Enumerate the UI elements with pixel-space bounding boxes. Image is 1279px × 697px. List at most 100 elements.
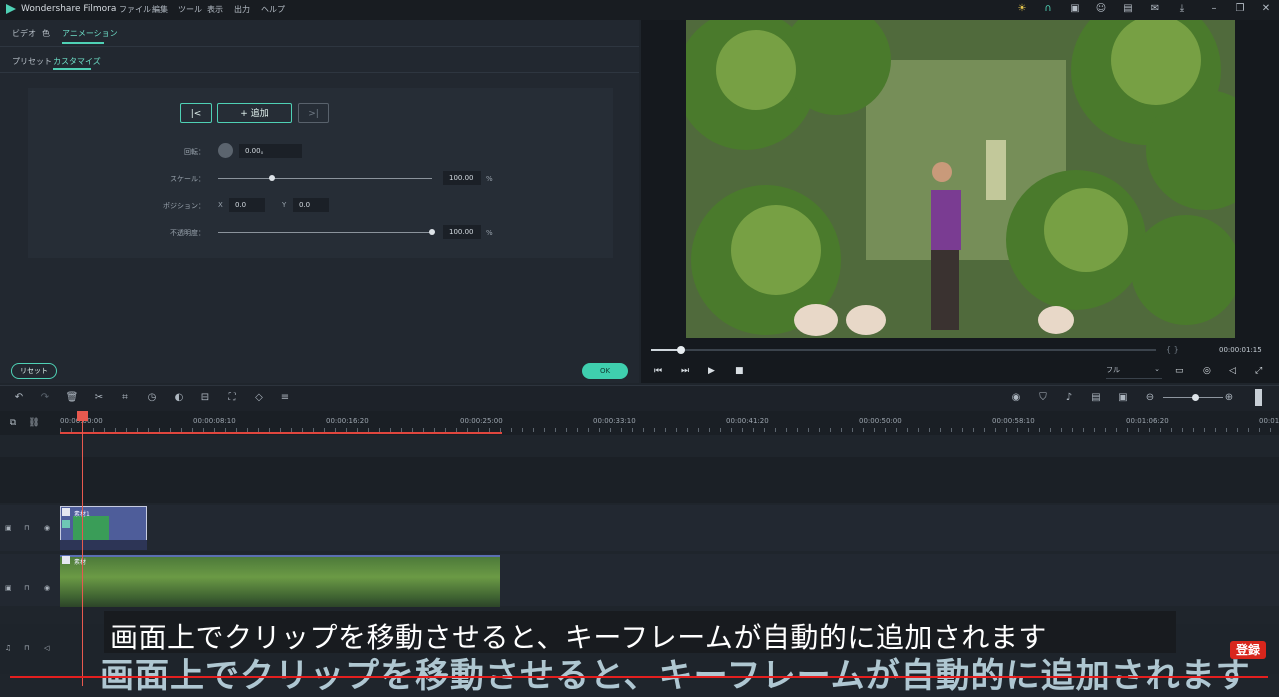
- rotation-dial[interactable]: [218, 143, 233, 158]
- add-keyframe-button[interactable]: + 追加: [217, 103, 292, 123]
- track-audio-icon: ♫: [5, 644, 12, 652]
- playback-progress-track[interactable]: [651, 349, 1156, 351]
- ruler-tick: 00:00:08:10: [193, 417, 236, 425]
- playhead-handle[interactable]: [77, 411, 88, 421]
- undo-icon[interactable]: ↶: [12, 391, 26, 405]
- color-icon[interactable]: ◐: [172, 391, 186, 405]
- cut-icon[interactable]: ✂: [92, 391, 106, 405]
- prev-keyframe-button[interactable]: |<: [180, 103, 212, 123]
- restore-icon[interactable]: ❐: [1233, 2, 1247, 16]
- eye-icon[interactable]: ◉: [44, 524, 50, 532]
- opacity-slider-knob[interactable]: [429, 229, 435, 235]
- speed-icon[interactable]: ◷: [145, 391, 159, 405]
- scale-slider-knob[interactable]: [268, 175, 275, 181]
- menu-export[interactable]: 出力: [234, 4, 250, 15]
- filmora-logo-icon: [6, 4, 16, 14]
- mark-in-out-brackets[interactable]: { }: [1166, 345, 1179, 354]
- menu-file[interactable]: ファイル: [119, 4, 151, 15]
- menu-edit[interactable]: 編集: [152, 4, 168, 15]
- download-icon[interactable]: ⤓: [1175, 2, 1189, 16]
- main-clip[interactable]: [60, 555, 500, 607]
- delete-icon[interactable]: 🗑: [65, 391, 79, 405]
- menu-help[interactable]: ヘルプ: [261, 4, 285, 15]
- app-title: Wondershare Filmora: [21, 4, 117, 14]
- position-y-field[interactable]: 0.0: [293, 198, 329, 212]
- adjust-icon[interactable]: ≡: [278, 391, 292, 405]
- add-track-icon[interactable]: ⧉: [6, 416, 20, 430]
- lock-icon[interactable]: ⊓: [24, 584, 29, 592]
- redo-icon[interactable]: ↷: [38, 391, 52, 405]
- video-preview[interactable]: [686, 20, 1235, 338]
- minimize-icon[interactable]: –: [1207, 2, 1221, 16]
- tab-animation[interactable]: アニメーション: [62, 28, 118, 39]
- subtab-customize[interactable]: カスタマイズ: [53, 56, 101, 67]
- opacity-label: 不透明度：: [170, 229, 205, 237]
- zoom-in-icon[interactable]: ⊕: [1222, 391, 1236, 405]
- track-video-icon: ▣: [5, 584, 12, 592]
- subscribe-badge[interactable]: 登録: [1230, 641, 1266, 659]
- mail-icon[interactable]: ✉: [1148, 2, 1162, 16]
- play-icon[interactable]: ▶: [708, 366, 715, 376]
- eye-icon[interactable]: ◉: [44, 584, 50, 592]
- crop-icon[interactable]: ⌗: [118, 391, 132, 405]
- split-screen-icon[interactable]: ⊟: [198, 391, 212, 405]
- speaker-icon[interactable]: ◁: [44, 644, 49, 652]
- ruler-tick: 00:00:33:10: [593, 417, 636, 425]
- track-video-icon: ▣: [5, 524, 12, 532]
- keyframe-icon[interactable]: ◇: [252, 391, 266, 405]
- scale-label: スケール：: [170, 175, 205, 183]
- menu-tools[interactable]: ツール: [178, 4, 202, 15]
- opacity-value[interactable]: 100.00: [443, 225, 481, 239]
- marker-icon[interactable]: ⛉: [1036, 391, 1050, 405]
- microphone-icon[interactable]: ♪: [1062, 391, 1076, 405]
- close-icon[interactable]: ✕: [1259, 2, 1273, 16]
- gift-icon[interactable]: ▣: [1068, 2, 1082, 16]
- panel-toggle-icon[interactable]: [1255, 389, 1262, 406]
- render-range-bar: [60, 432, 502, 434]
- next-keyframe-button[interactable]: >|: [298, 103, 329, 123]
- chevron-down-icon: ⌄: [1154, 365, 1160, 373]
- timeline-toolbar: [0, 385, 1279, 412]
- scale-value[interactable]: 100.00: [443, 171, 481, 185]
- position-x-field[interactable]: 0.0: [229, 198, 265, 212]
- render-icon[interactable]: ◉: [1009, 391, 1023, 405]
- clip-play-icon: [62, 556, 70, 564]
- audio-mix-icon[interactable]: ▤: [1089, 391, 1103, 405]
- clip-play-icon: [62, 508, 70, 516]
- fullscreen-icon[interactable]: ⤢: [1255, 366, 1262, 376]
- ruler-tick: 00:00:16:20: [326, 417, 369, 425]
- next-frame-icon[interactable]: ⏭: [681, 366, 689, 376]
- scale-slider[interactable]: [218, 178, 432, 179]
- prev-frame-icon[interactable]: ⏮: [654, 366, 662, 376]
- quality-dropdown[interactable]: フル ⌄: [1106, 365, 1162, 379]
- ruler-tick: 00:00:58:10: [992, 417, 1035, 425]
- save-icon[interactable]: ▤: [1121, 2, 1135, 16]
- menu-view[interactable]: 表示: [207, 4, 223, 15]
- zoom-slider-knob[interactable]: [1192, 394, 1199, 401]
- lightbulb-icon[interactable]: ☀: [1015, 2, 1029, 16]
- tab-color[interactable]: 色: [42, 28, 50, 39]
- monitor-icon[interactable]: ▭: [1175, 366, 1184, 376]
- snapshot-icon[interactable]: ◎: [1203, 366, 1211, 376]
- reset-button[interactable]: リセット: [11, 363, 57, 379]
- subtitle-large-text: 画面上でクリップを移動させると、キーフレームが自動的に追加されます: [100, 656, 1251, 696]
- link-icon[interactable]: ⛓: [27, 416, 41, 430]
- timecode-display: 00:00:01:15: [1219, 346, 1262, 354]
- zoom-out-icon[interactable]: ⊖: [1143, 391, 1157, 405]
- caption-icon[interactable]: ▣: [1116, 391, 1130, 405]
- volume-icon[interactable]: ◁: [1229, 366, 1236, 376]
- ok-button[interactable]: OK: [582, 363, 628, 379]
- fit-icon[interactable]: ⛶: [225, 391, 239, 405]
- main-clip-title: 素材: [74, 559, 87, 566]
- stop-icon[interactable]: ■: [735, 366, 744, 376]
- headset-icon[interactable]: ∩: [1041, 2, 1055, 16]
- ruler-tick: 00:00:25:00: [460, 417, 503, 425]
- lock-icon[interactable]: ⊓: [24, 524, 29, 532]
- account-icon[interactable]: ☺: [1094, 2, 1108, 16]
- subtab-active-indicator: [53, 68, 91, 70]
- subtab-preset[interactable]: プリセット: [12, 56, 52, 67]
- lock-icon[interactable]: ⊓: [24, 644, 29, 652]
- opacity-slider[interactable]: [218, 232, 432, 233]
- rotation-value[interactable]: 0.00。: [239, 144, 302, 158]
- tab-video[interactable]: ビデオ: [12, 28, 36, 39]
